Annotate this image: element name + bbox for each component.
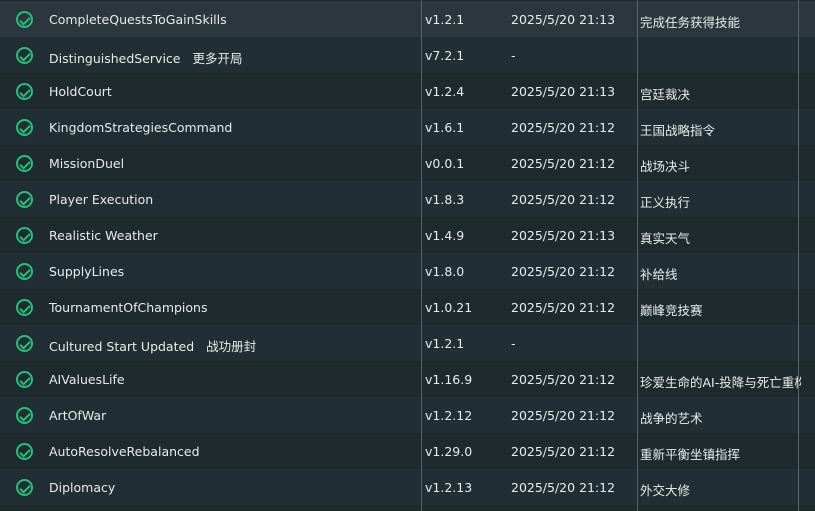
- mod-name: DistinguishedService 更多开局: [49, 51, 243, 66]
- column-divider: [798, 0, 799, 511]
- mod-description: 巅峰竞技赛: [640, 303, 703, 318]
- mod-description: 外交大修: [640, 483, 691, 498]
- mod-row[interactable]: MissionDuel v0.0.1 2025/5/20 21:12 战场决斗: [0, 145, 815, 181]
- mod-date: 2025/5/20 21:12: [511, 444, 616, 459]
- mod-date: -: [511, 336, 516, 351]
- mod-description: 战争的艺术: [640, 411, 703, 426]
- mod-name: KingdomStrategiesCommand: [49, 120, 233, 135]
- mod-name: MissionDuel: [49, 156, 125, 171]
- check-circle-icon[interactable]: [16, 227, 33, 244]
- mod-name: Diplomacy: [49, 480, 116, 495]
- mod-version: v1.6.1: [425, 120, 465, 135]
- mod-description: 王国战略指令: [640, 123, 716, 138]
- mod-version: v7.2.1: [425, 48, 465, 63]
- mod-version: v1.29.0: [425, 444, 473, 459]
- mod-date: 2025/5/20 21:12: [511, 408, 616, 423]
- mod-date: -: [511, 48, 516, 63]
- mod-name: HoldCourt: [49, 84, 112, 99]
- check-circle-icon[interactable]: [16, 47, 33, 64]
- check-circle-icon[interactable]: [16, 83, 33, 100]
- check-circle-icon[interactable]: [16, 443, 33, 460]
- mod-name: ArtOfWar: [49, 408, 107, 423]
- mod-description: 补给线: [640, 267, 678, 282]
- mod-version: v1.2.1: [425, 336, 465, 351]
- mod-description: 正义执行: [640, 195, 691, 210]
- mod-row[interactable]: TournamentOfChampions v1.0.21 2025/5/20 21…: [0, 289, 815, 325]
- check-circle-icon[interactable]: [16, 407, 33, 424]
- mod-name: SupplyLines: [49, 264, 125, 279]
- mod-date: 2025/5/20 21:12: [511, 480, 616, 495]
- mod-row[interactable]: Diplomacy v1.2.13 2025/5/20 21:12 外交大修: [0, 469, 815, 505]
- mod-name: AutoResolveRebalanced: [49, 444, 200, 459]
- mod-date: 2025/5/20 21:12: [511, 192, 616, 207]
- mod-description: 珍爱生命的AI-投降与死亡重构: [640, 375, 801, 390]
- mod-row[interactable]: HoldCourt v1.2.4 2025/5/20 21:13 宫廷裁决: [0, 73, 815, 109]
- mod-name: TournamentOfChampions: [49, 300, 208, 315]
- mod-name: AIValuesLife: [49, 372, 125, 387]
- mod-version: v1.2.4: [425, 84, 465, 99]
- check-circle-icon[interactable]: [16, 335, 33, 352]
- mod-date: 2025/5/20 21:12: [511, 120, 616, 135]
- mod-row[interactable]: Player Execution v1.8.3 2025/5/20 21:12 正义执…: [0, 181, 815, 217]
- mod-version: v1.8.3: [425, 192, 465, 207]
- mod-version: v1.4.9: [425, 228, 465, 243]
- mod-description: 重新平衡坐镇指挥: [640, 447, 741, 462]
- mod-date: 2025/5/20 21:12: [511, 264, 616, 279]
- mod-row[interactable]: Realistic Weather v1.4.9 2025/5/20 21:13 真实…: [0, 217, 815, 253]
- check-circle-icon[interactable]: [16, 299, 33, 316]
- mod-version: v1.2.12: [425, 408, 473, 423]
- mod-row[interactable]: AutoResolveRebalanced v1.29.0 2025/5/20 21…: [0, 433, 815, 469]
- mod-version: v1.8.0: [425, 264, 465, 279]
- mod-row[interactable]: AIValuesLife v1.16.9 2025/5/20 21:12 珍爱生命的A…: [0, 361, 815, 397]
- mod-description: 战场决斗: [640, 159, 691, 174]
- check-circle-icon[interactable]: [16, 11, 33, 28]
- mod-list: Diplomacy v1.2.13 2025/5/20 21:12 外交大修 AutoR…: [0, 0, 815, 511]
- mod-row[interactable]: SupplyLines v1.8.0 2025/5/20 21:12 补给线: [0, 253, 815, 289]
- mod-row[interactable]: KingdomStrategiesCommand v1.6.1 2025/5/20 …: [0, 109, 815, 145]
- mod-name: Realistic Weather: [49, 228, 158, 243]
- mod-date: 2025/5/20 21:12: [511, 372, 616, 387]
- column-divider: [637, 0, 638, 511]
- column-divider: [421, 0, 422, 511]
- check-circle-icon[interactable]: [16, 191, 33, 208]
- mod-version: v0.0.1: [425, 156, 465, 171]
- mod-description: 宫廷裁决: [640, 87, 691, 102]
- check-circle-icon[interactable]: [16, 119, 33, 136]
- mod-version: v1.0.21: [425, 300, 473, 315]
- mod-row[interactable]: DistinguishedService 更多开局 v7.2.1 -: [0, 37, 815, 73]
- mod-row[interactable]: ArtOfWar v1.2.12 2025/5/20 21:12 战争的艺术: [0, 397, 815, 433]
- check-circle-icon[interactable]: [16, 371, 33, 388]
- mod-description: 完成任务获得技能: [640, 15, 741, 30]
- mod-description: 真实天气: [640, 231, 691, 246]
- check-circle-icon[interactable]: [16, 479, 33, 496]
- mod-tag: 战功册封: [206, 339, 257, 354]
- mod-date: 2025/5/20 21:13: [511, 228, 616, 243]
- mod-date: 2025/5/20 21:12: [511, 300, 616, 315]
- mod-date: 2025/5/20 21:13: [511, 12, 616, 27]
- mod-version: v1.2.1: [425, 12, 465, 27]
- mod-name: Player Execution: [49, 192, 154, 207]
- mod-row[interactable]: Cultured Start Updated 战功册封 v1.2.1 -: [0, 325, 815, 361]
- mod-row[interactable]: CompleteQuestsToGainSkills v1.2.1 2025/5/2…: [0, 1, 815, 37]
- mod-version: v1.2.13: [425, 480, 473, 495]
- mod-date: 2025/5/20 21:13: [511, 84, 616, 99]
- mod-name: Cultured Start Updated 战功册封: [49, 339, 257, 354]
- mod-tag: 更多开局: [192, 51, 243, 66]
- mod-date: 2025/5/20 21:12: [511, 156, 616, 171]
- check-circle-icon[interactable]: [16, 155, 33, 172]
- check-circle-icon[interactable]: [16, 263, 33, 280]
- mod-name: CompleteQuestsToGainSkills: [49, 12, 227, 27]
- mod-version: v1.16.9: [425, 372, 473, 387]
